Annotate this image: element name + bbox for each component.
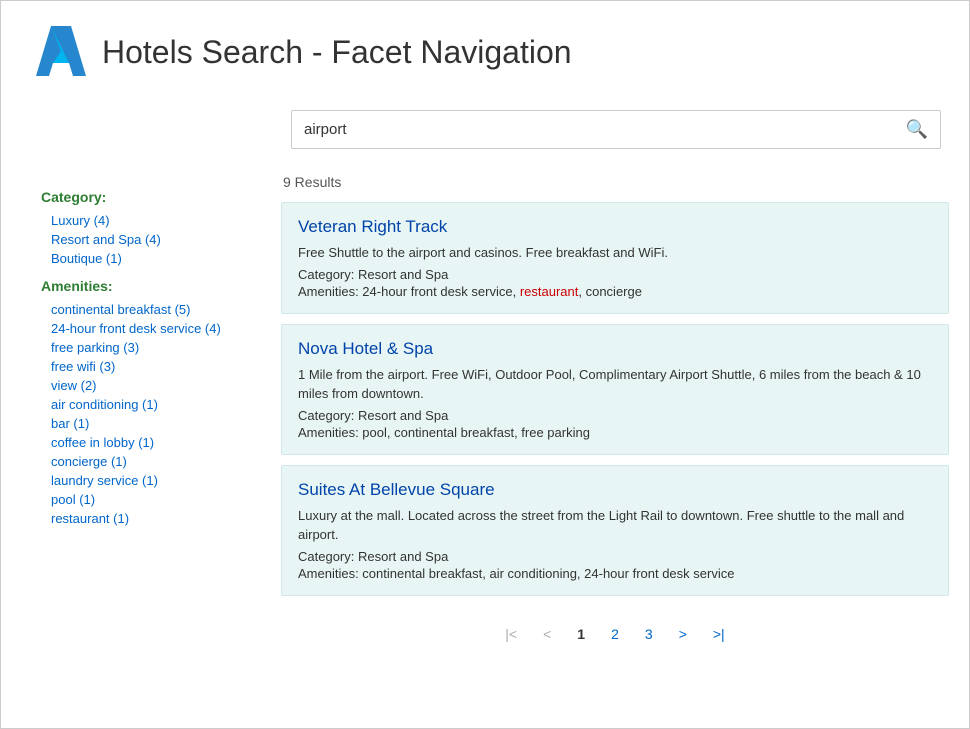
results-count: 9 Results [281, 174, 949, 190]
pagination: |< < 1 2 3 > >| [281, 606, 949, 662]
result-amenities-1: Amenities: 24-hour front desk service, r… [298, 284, 932, 299]
amenities-list: continental breakfast (5) 24-hour front … [41, 300, 251, 528]
amenity-view[interactable]: view (2) [41, 376, 251, 395]
pagination-next[interactable]: > [671, 622, 695, 646]
result-item: Veteran Right Track Free Shuttle to the … [281, 202, 949, 314]
amenity-bar[interactable]: bar (1) [41, 414, 251, 433]
amenities-text-3: Amenities: continental breakfast, air co… [298, 566, 734, 581]
result-desc-1: Free Shuttle to the airport and casinos.… [298, 243, 932, 263]
search-button[interactable]: 🔍 [894, 111, 940, 148]
amenity-continental-breakfast[interactable]: continental breakfast (5) [41, 300, 251, 319]
result-item: Suites At Bellevue Square Luxury at the … [281, 465, 949, 596]
pagination-page-2[interactable]: 2 [603, 622, 627, 646]
amenity-front-desk[interactable]: 24-hour front desk service (4) [41, 319, 251, 338]
results-area: 9 Results Veteran Right Track Free Shutt… [271, 169, 969, 718]
pagination-first[interactable]: |< [497, 622, 525, 646]
result-desc-2: 1 Mile from the airport. Free WiFi, Outd… [298, 365, 932, 404]
pagination-last[interactable]: >| [705, 622, 733, 646]
amenities-text-1: Amenities: 24-hour front desk service, [298, 284, 520, 299]
category-list: Luxury (4) Resort and Spa (4) Boutique (… [41, 211, 251, 268]
result-amenities-2: Amenities: pool, continental breakfast, … [298, 425, 932, 440]
result-category-2: Category: Resort and Spa [298, 408, 932, 423]
category-section-title: Category: [41, 189, 251, 205]
result-desc-3: Luxury at the mall. Located across the s… [298, 506, 932, 545]
amenity-air-conditioning[interactable]: air conditioning (1) [41, 395, 251, 414]
header: Hotels Search - Facet Navigation [1, 1, 969, 94]
amenity-pool[interactable]: pool (1) [41, 490, 251, 509]
search-bar-container: 🔍 [291, 110, 941, 149]
amenity-restaurant[interactable]: restaurant (1) [41, 509, 251, 528]
result-title-1[interactable]: Veteran Right Track [298, 217, 932, 237]
amenity-free-wifi[interactable]: free wifi (3) [41, 357, 251, 376]
pagination-page-3[interactable]: 3 [637, 622, 661, 646]
amenities-highlight-1: restaurant [520, 284, 579, 299]
amenity-laundry[interactable]: laundry service (1) [41, 471, 251, 490]
amenity-concierge[interactable]: concierge (1) [41, 452, 251, 471]
page-title: Hotels Search - Facet Navigation [102, 34, 572, 71]
pagination-page-1: 1 [569, 622, 593, 646]
amenity-free-parking[interactable]: free parking (3) [41, 338, 251, 357]
result-amenities-3: Amenities: continental breakfast, air co… [298, 566, 932, 581]
result-title-3[interactable]: Suites At Bellevue Square [298, 480, 932, 500]
category-boutique[interactable]: Boutique (1) [41, 249, 251, 268]
amenity-coffee-lobby[interactable]: coffee in lobby (1) [41, 433, 251, 452]
search-input[interactable] [292, 113, 894, 146]
amenities-rest-1: , concierge [578, 284, 642, 299]
category-resort-spa[interactable]: Resort and Spa (4) [41, 230, 251, 249]
search-area: 🔍 [1, 94, 969, 159]
result-item: Nova Hotel & Spa 1 Mile from the airport… [281, 324, 949, 455]
pagination-prev[interactable]: < [535, 622, 559, 646]
logo [31, 21, 86, 84]
sidebar: Category: Luxury (4) Resort and Spa (4) … [1, 169, 271, 718]
result-category-3: Category: Resort and Spa [298, 549, 932, 564]
amenities-section-title: Amenities: [41, 278, 251, 294]
category-luxury[interactable]: Luxury (4) [41, 211, 251, 230]
amenities-text-2: Amenities: pool, continental breakfast, … [298, 425, 590, 440]
result-category-1: Category: Resort and Spa [298, 267, 932, 282]
main-content: Category: Luxury (4) Resort and Spa (4) … [1, 159, 969, 728]
result-title-2[interactable]: Nova Hotel & Spa [298, 339, 932, 359]
